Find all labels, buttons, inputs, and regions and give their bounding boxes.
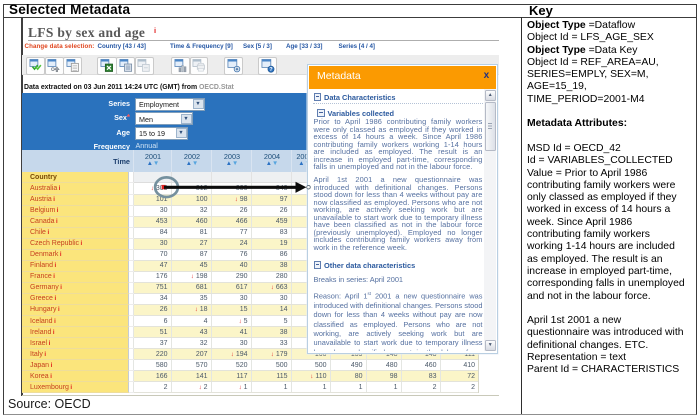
svg-text:?: ?: [269, 67, 273, 73]
